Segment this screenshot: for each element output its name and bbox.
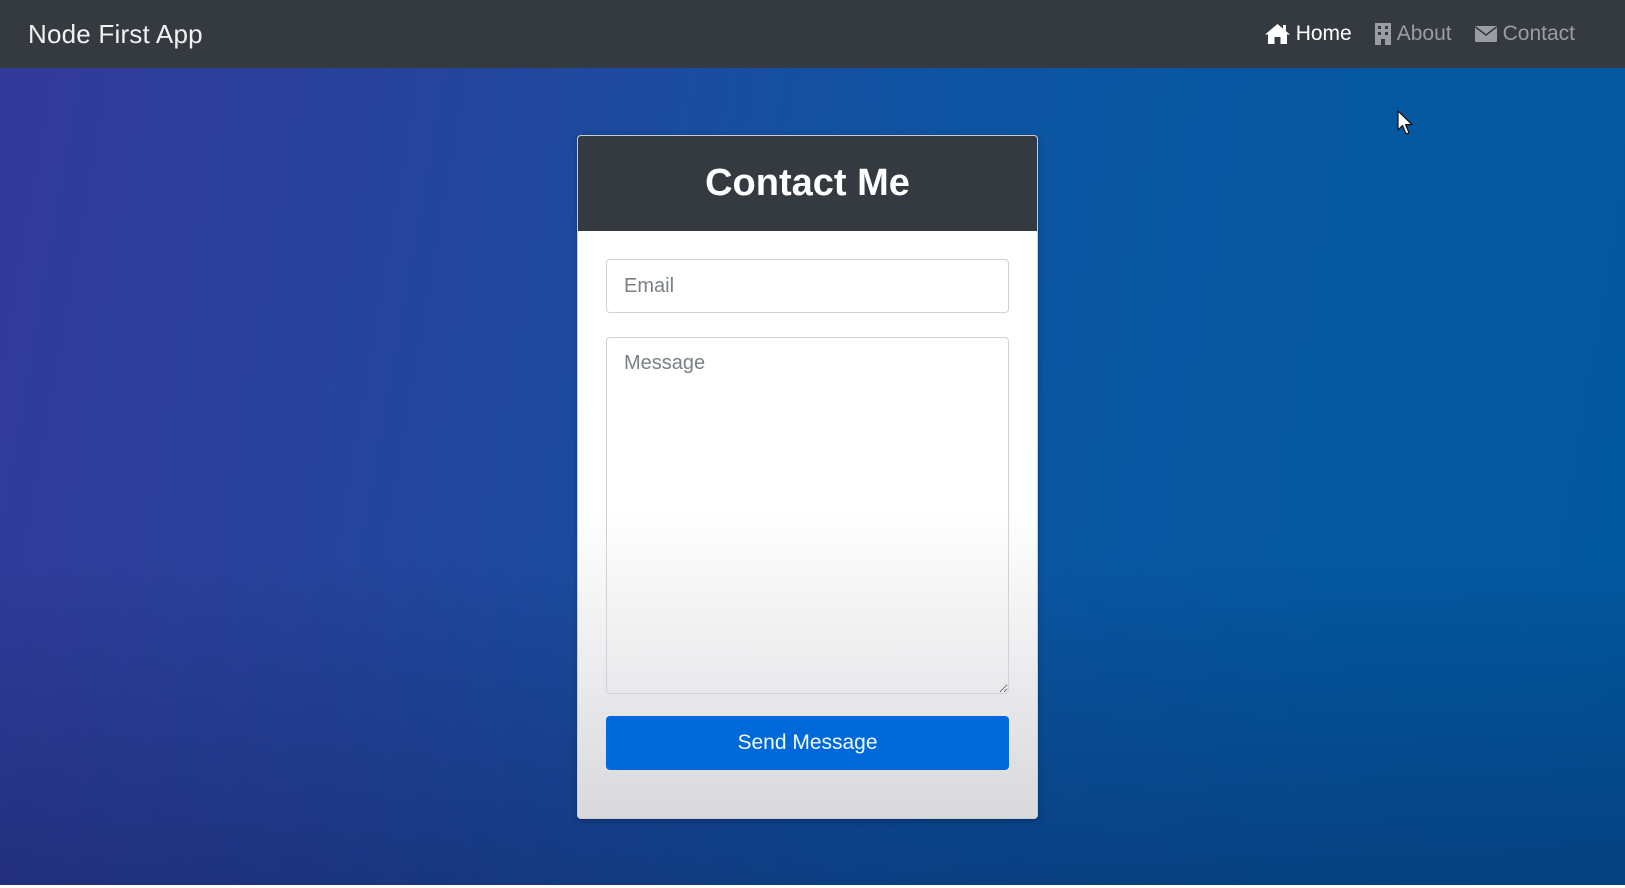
nav-link-contact[interactable]: Contact [1474, 22, 1575, 46]
nav-links: Home About Contact [1264, 22, 1575, 46]
message-field[interactable] [606, 337, 1009, 694]
brand-link[interactable]: Node First App [28, 19, 203, 50]
nav-link-about[interactable]: About [1374, 22, 1452, 46]
card-title: Contact Me [705, 162, 910, 204]
envelope-icon [1474, 25, 1498, 43]
card-header: Contact Me [578, 136, 1037, 231]
nav-link-home[interactable]: Home [1264, 22, 1352, 46]
contact-card: Contact Me Send Message [577, 135, 1038, 819]
building-icon [1374, 22, 1392, 46]
email-field[interactable] [606, 259, 1009, 313]
send-message-button[interactable]: Send Message [606, 716, 1009, 770]
mouse-pointer-icon [1397, 110, 1415, 141]
nav-link-label: Home [1295, 22, 1352, 45]
navbar: Node First App Home About Contact [0, 0, 1625, 68]
page: Node First App Home About Contact Contac… [0, 0, 1625, 888]
nav-link-label: Contact [1502, 22, 1575, 45]
card-body: Send Message [578, 231, 1037, 770]
nav-link-label: About [1396, 22, 1452, 45]
home-icon [1264, 23, 1291, 45]
